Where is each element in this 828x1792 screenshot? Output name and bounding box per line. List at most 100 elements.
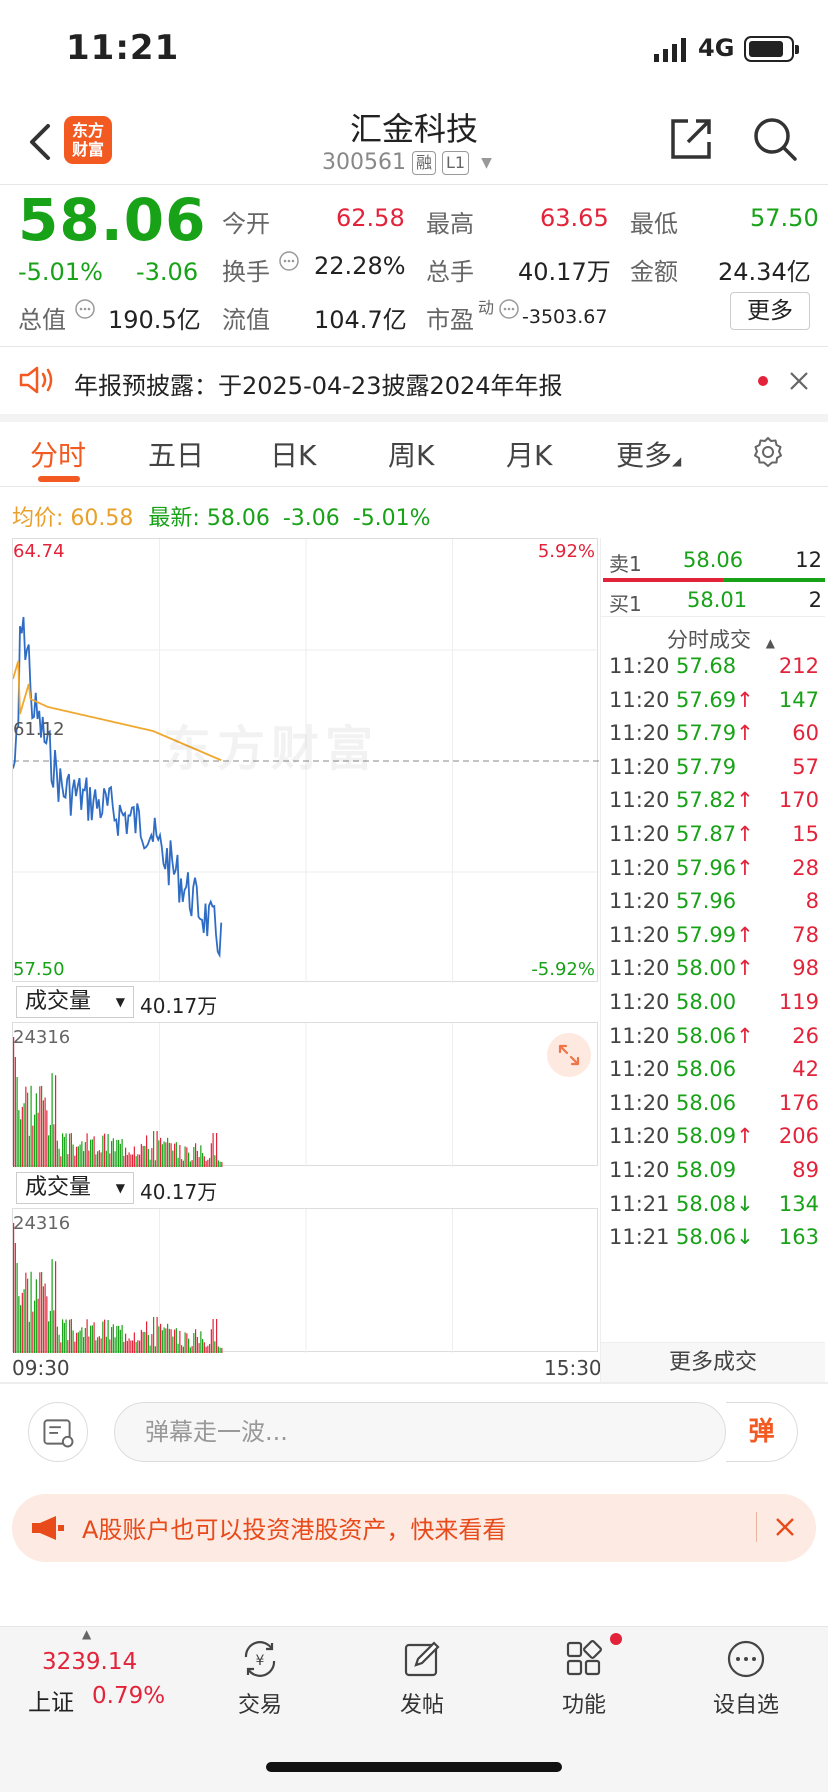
signal-icon (654, 38, 686, 62)
volume-bar (177, 1343, 179, 1353)
trade-row: 11:20 57.82↑ 170 (601, 788, 825, 824)
info-icon[interactable] (498, 298, 520, 320)
trade-row: 11:20 58.09↑ 206 (601, 1124, 825, 1160)
volume-bar (91, 1325, 93, 1353)
volume-bar (42, 1100, 44, 1167)
expand-icon[interactable] (547, 1033, 591, 1077)
volume-bar (55, 1261, 57, 1353)
search-icon[interactable] (752, 116, 798, 162)
volume-bar (179, 1144, 181, 1167)
danmu-send-button[interactable]: 弹 (726, 1402, 798, 1462)
close-icon[interactable] (774, 1516, 796, 1538)
volume-bar (100, 1338, 102, 1353)
volume-bar (147, 1334, 149, 1353)
volume-chart[interactable]: 24316 (12, 1022, 598, 1167)
trade-row: 11:20 57.68 212 (601, 654, 825, 690)
notice-text[interactable]: 年报预披露：于2025-04-23披露2024年年报 (74, 366, 563, 401)
volume-bar (97, 1337, 99, 1353)
volume-bar (210, 1329, 212, 1353)
info-icon[interactable] (74, 298, 96, 320)
tab-five-day[interactable]: 五日 (148, 434, 204, 474)
trade-row: 11:21 58.06↓ 163 (601, 1225, 825, 1261)
settings-icon[interactable] (752, 436, 784, 468)
volume-chart[interactable]: 24316 (12, 1208, 598, 1353)
arrow-up-icon: ↑ (736, 922, 754, 947)
close-icon[interactable] (788, 370, 810, 392)
volume-selector[interactable]: 成交量 ▼ (16, 1172, 134, 1204)
tab-more[interactable]: 更多◢ (616, 434, 681, 474)
volume-bar (212, 1319, 214, 1353)
volume-bar (198, 1343, 200, 1353)
stock-code: 300561 (322, 150, 406, 175)
buy1-volume: 2 (808, 588, 822, 612)
danmu-settings-icon[interactable] (28, 1402, 88, 1462)
last-change-pct: -5.01% (352, 506, 431, 531)
promo-banner[interactable]: A股账户也可以投资港股资产，快来看看 (12, 1494, 816, 1562)
pe-label: 市盈 (426, 306, 474, 334)
volume-bar (203, 1342, 205, 1353)
volume-bar (55, 1075, 57, 1167)
sort-icon: ▲ (765, 636, 775, 650)
index-value[interactable]: 3239.14 (42, 1649, 137, 1675)
danmu-input[interactable]: 弹幕走一波... (114, 1402, 726, 1462)
watermark: 东方财富 (163, 721, 380, 777)
volume-bar (172, 1150, 174, 1167)
arrow-down-icon: ↓ (736, 1191, 754, 1216)
volume-bar (81, 1327, 83, 1353)
tab-monthly-k[interactable]: 月K (506, 434, 552, 474)
index-pct[interactable]: 0.79% (92, 1683, 165, 1709)
volume-bar (98, 1336, 100, 1353)
index-name[interactable]: 上证 (28, 1683, 74, 1717)
share-icon[interactable] (668, 116, 714, 162)
more-trades-button[interactable]: 更多成交 (601, 1342, 825, 1382)
volume-selector[interactable]: 成交量 ▼ (16, 986, 134, 1018)
volume-bar (219, 1161, 221, 1167)
trade-volume: 119 (778, 990, 819, 1014)
nav-trade[interactable]: ¥ 交易 (220, 1627, 300, 1719)
stock-code-row[interactable]: 300561 融 L1 ▼ (322, 150, 492, 175)
tab-daily-k[interactable]: 日K (270, 434, 316, 474)
battery-icon (744, 36, 799, 62)
volume-bar (44, 1097, 46, 1167)
intraday-chart[interactable]: 东方财富 64.74 61.12 57.50 5.92% -5.92% (12, 538, 599, 983)
amount-label: 金额 (630, 258, 678, 286)
volume-bar (114, 1337, 116, 1353)
nav-add-watchlist[interactable]: 设自选 (706, 1627, 786, 1719)
volume-bar (165, 1142, 167, 1167)
volume-bar (14, 1057, 16, 1167)
volume-bar (93, 1136, 95, 1167)
trade-volume: 89 (792, 1158, 819, 1182)
volume-bar (121, 1138, 123, 1167)
volume-bar (98, 1150, 100, 1167)
chevron-down-icon: ▼ (481, 154, 492, 171)
trades-header[interactable]: 分时成交 ▲ (667, 624, 775, 654)
trade-volume: 147 (778, 687, 819, 712)
expand-up-icon[interactable]: ▲ (82, 1627, 91, 1641)
trade-volume: 206 (778, 1124, 819, 1149)
nav-post[interactable]: 发帖 (382, 1627, 462, 1719)
volume-bar (118, 1139, 120, 1167)
low-value: 57.50 (750, 204, 819, 232)
info-icon[interactable] (278, 250, 300, 272)
volume-bar (158, 1326, 160, 1353)
volume-bar (53, 1310, 55, 1353)
volume-bar (121, 1324, 123, 1353)
tab-intraday[interactable]: 分时 (30, 434, 86, 474)
volume-bar (161, 1330, 163, 1353)
volume-bar (191, 1160, 193, 1167)
volume-bar (133, 1146, 135, 1167)
volume-bar (62, 1133, 64, 1167)
tab-weekly-k[interactable]: 周K (388, 434, 434, 474)
volume-bar (49, 1124, 51, 1167)
volume-bar (125, 1147, 127, 1167)
volume-bar (35, 1093, 37, 1167)
trade-price: 58.06 (676, 1057, 737, 1082)
volume-bar (144, 1145, 146, 1167)
volume-bar (81, 1141, 83, 1167)
volume-bar (202, 1339, 204, 1353)
trade-price: 58.06↑ (676, 1023, 754, 1048)
volume-bar (167, 1137, 169, 1167)
more-button[interactable]: 更多 (730, 292, 810, 330)
volume-bar (88, 1336, 90, 1353)
volume-bar (32, 1125, 34, 1167)
